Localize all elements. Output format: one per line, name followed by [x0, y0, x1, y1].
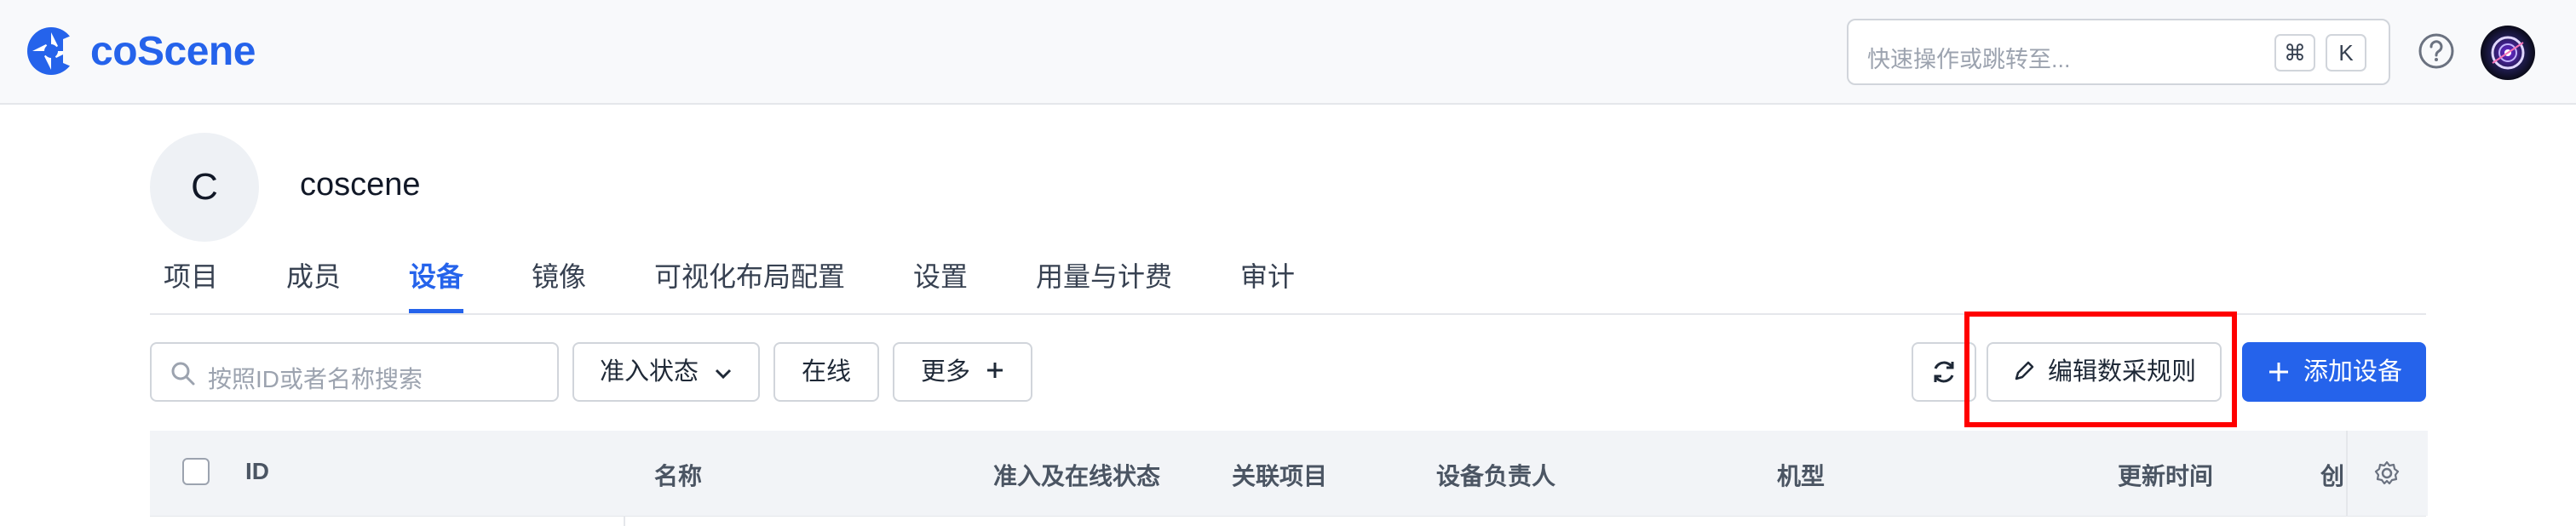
org-tabs: 项目 成员 设备 镜像 可视化布局配置 设置 用量与计费 审计: [150, 249, 2426, 315]
search-icon: [171, 362, 195, 386]
column-updated-time[interactable]: 更新时间: [2118, 458, 2213, 492]
plus-icon: [2269, 363, 2288, 381]
online-filter-label: 在线: [801, 358, 851, 386]
tab-settings[interactable]: 设置: [913, 249, 968, 312]
gear-icon: [2374, 460, 2400, 485]
column-model[interactable]: 机型: [1777, 458, 1825, 492]
column-name[interactable]: 名称: [654, 458, 702, 492]
tab-layout-config[interactable]: 可视化布局配置: [654, 249, 845, 312]
select-all-checkbox[interactable]: [182, 458, 210, 485]
top-header: coScene 快速操作或跳转至... ⌘ K: [0, 0, 2576, 105]
tab-projects[interactable]: 项目: [164, 249, 218, 312]
column-settings-cell[interactable]: [2346, 431, 2428, 516]
logo[interactable]: coScene: [26, 26, 256, 77]
chevron-down-icon: [715, 369, 732, 380]
coscene-logo-icon: [27, 27, 75, 75]
access-status-label: 准入状态: [599, 358, 699, 386]
add-device-button[interactable]: 添加设备: [2242, 342, 2426, 402]
refresh-icon: [1934, 361, 1954, 383]
column-device-owner[interactable]: 设备负责人: [1436, 458, 1555, 492]
access-status-filter[interactable]: 准入状态: [572, 342, 760, 402]
global-search-input[interactable]: 快速操作或跳转至... ⌘ K: [1847, 19, 2390, 85]
help-icon[interactable]: [2418, 32, 2455, 70]
column-linked-projects[interactable]: 关联项目: [1232, 458, 1327, 492]
more-filter-label: 更多: [920, 358, 970, 386]
add-device-label: 添加设备: [2303, 358, 2403, 386]
column-id[interactable]: ID: [245, 458, 269, 485]
more-filter-button[interactable]: 更多: [893, 342, 1032, 402]
column-divider: [624, 516, 625, 526]
highlight-box: [1964, 312, 2237, 427]
online-filter[interactable]: 在线: [773, 342, 879, 402]
org-avatar: C: [150, 133, 259, 242]
column-access-online-status[interactable]: 准入及在线状态: [993, 458, 1160, 492]
tab-devices[interactable]: 设备: [409, 249, 464, 313]
tab-usage-billing[interactable]: 用量与计费: [1036, 249, 1172, 312]
cmd-key-badge: ⌘: [2274, 34, 2315, 71]
table-border: [150, 516, 2426, 517]
device-search-placeholder: 按照ID或者名称搜索: [208, 366, 423, 392]
k-key-badge: K: [2326, 34, 2366, 71]
device-search-input[interactable]: 按照ID或者名称搜索: [150, 342, 559, 402]
brand-name: coScene: [90, 28, 256, 74]
column-created-truncated[interactable]: 创: [2320, 458, 2344, 492]
tab-members[interactable]: 成员: [286, 249, 341, 312]
tab-images[interactable]: 镜像: [532, 249, 586, 312]
tab-audit[interactable]: 审计: [1240, 249, 1295, 312]
avatar-icon: [2491, 36, 2525, 70]
global-search-placeholder: 快速操作或跳转至...: [1867, 47, 2071, 72]
plus-icon: [987, 363, 1003, 378]
org-name: coscene: [300, 167, 421, 203]
device-table-header: ID 名称 准入及在线状态 关联项目 设备负责人 机型 更新时间 创: [150, 431, 2428, 516]
user-avatar[interactable]: [2481, 26, 2535, 80]
